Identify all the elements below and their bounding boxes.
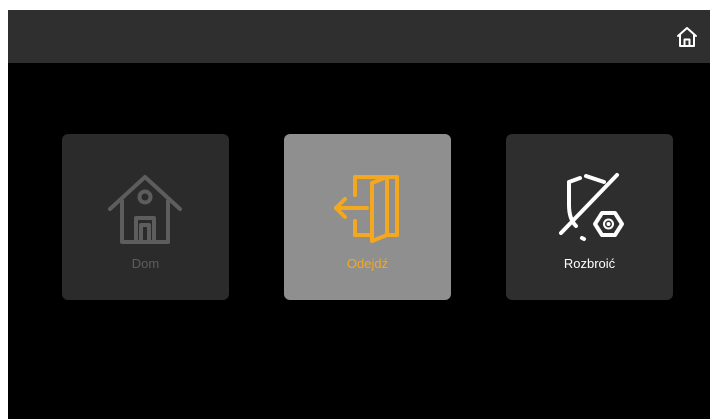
top-bar (8, 10, 710, 63)
mode-tile-home[interactable]: Dom (62, 134, 229, 300)
shield-disarm-icon (559, 173, 624, 241)
home-button[interactable] (674, 24, 700, 50)
exit-door-icon (334, 175, 399, 243)
mode-label-away: Odejdź (346, 256, 389, 271)
mode-label-home: Dom (131, 256, 160, 271)
mode-label-disarm: Rozbroić (563, 256, 616, 271)
mode-tile-away[interactable]: Odejdź (284, 134, 451, 300)
house-icon (108, 175, 182, 244)
alarm-screen: Dom Odejdź Rozbroić (8, 10, 710, 419)
home-icon (677, 27, 697, 47)
mode-tile-disarm[interactable]: Rozbroić (506, 134, 673, 300)
